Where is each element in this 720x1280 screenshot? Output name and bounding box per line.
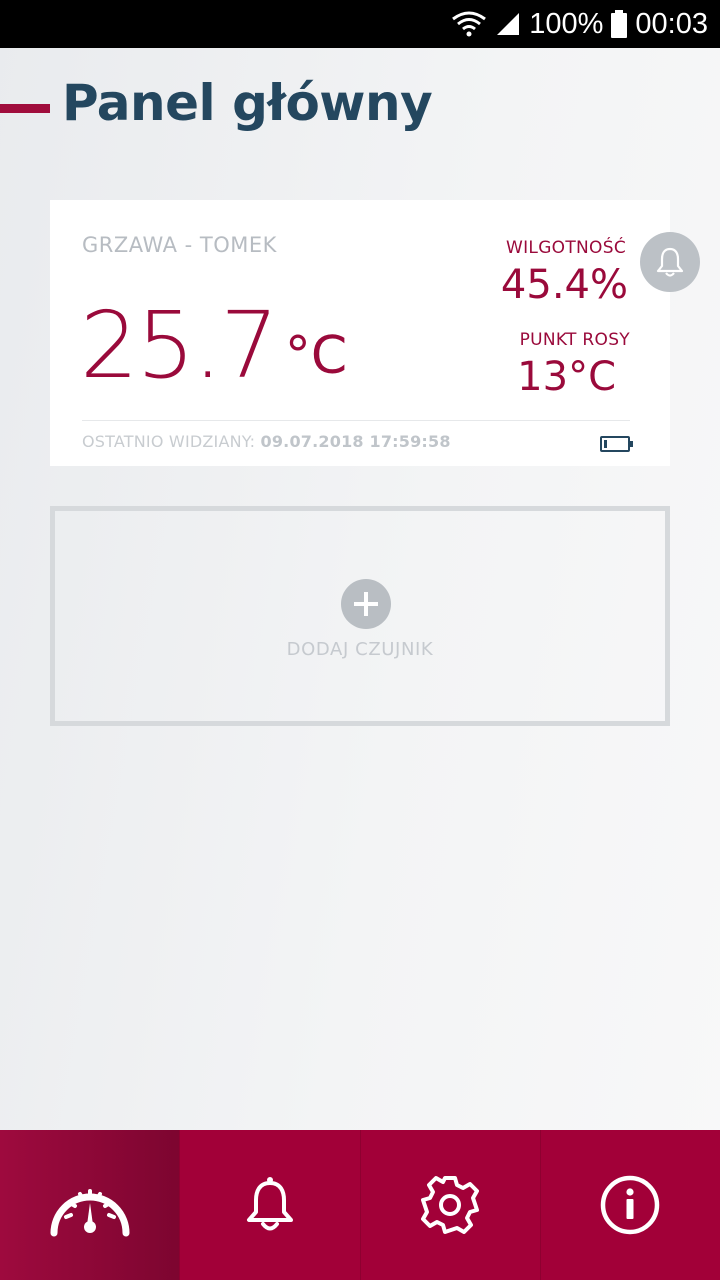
dew-point-value: 13°C (517, 354, 616, 400)
gear-icon (419, 1174, 481, 1236)
plus-icon (341, 579, 391, 629)
battery-percent: 100% (529, 7, 604, 40)
gauge-icon (48, 1173, 132, 1237)
bottom-nav (0, 1130, 720, 1280)
sensor-name: GRZAWA - TOMEK (82, 233, 277, 257)
last-seen-value: 09.07.2018 17:59:58 (260, 432, 451, 451)
last-seen-label: OSTATNIO WIDZIANY: (82, 432, 256, 451)
humidity-label: WILGOTNOŚĆ (506, 238, 626, 258)
card-divider (82, 420, 630, 421)
add-sensor-button[interactable]: DODAJ CZUJNIK (50, 506, 670, 726)
bell-icon (244, 1175, 296, 1235)
temperature-display: 25.7 °C (80, 300, 347, 392)
sensor-card[interactable]: GRZAWA - TOMEK 25.7 °C WILGOTNOŚĆ 45.4% … (50, 200, 670, 466)
temperature-value: 25.7 (80, 292, 279, 399)
battery-icon (611, 10, 628, 38)
humidity-value: 45.4% (500, 262, 628, 308)
bell-icon (655, 246, 685, 278)
dew-point-label: PUNKT ROSY (519, 330, 630, 350)
signal-icon (495, 11, 521, 37)
page-title: Panel główny (62, 74, 433, 132)
title-accent-bar (0, 104, 50, 113)
sensor-alarm-button[interactable] (640, 232, 700, 292)
clock: 00:03 (635, 7, 708, 40)
temperature-unit: °C (284, 326, 348, 386)
status-bar: 100% 00:03 (0, 0, 720, 48)
nav-info[interactable] (541, 1130, 720, 1280)
sensor-battery-icon (600, 436, 633, 452)
wifi-icon (451, 10, 487, 38)
last-seen: OSTATNIO WIDZIANY: 09.07.2018 17:59:58 (82, 432, 451, 451)
nav-dashboard[interactable] (0, 1130, 181, 1280)
battery-level (604, 440, 607, 448)
nav-alarms[interactable] (180, 1130, 361, 1280)
add-sensor-label: DODAJ CZUJNIK (286, 639, 434, 660)
nav-settings[interactable] (361, 1130, 541, 1280)
info-icon (599, 1174, 661, 1236)
